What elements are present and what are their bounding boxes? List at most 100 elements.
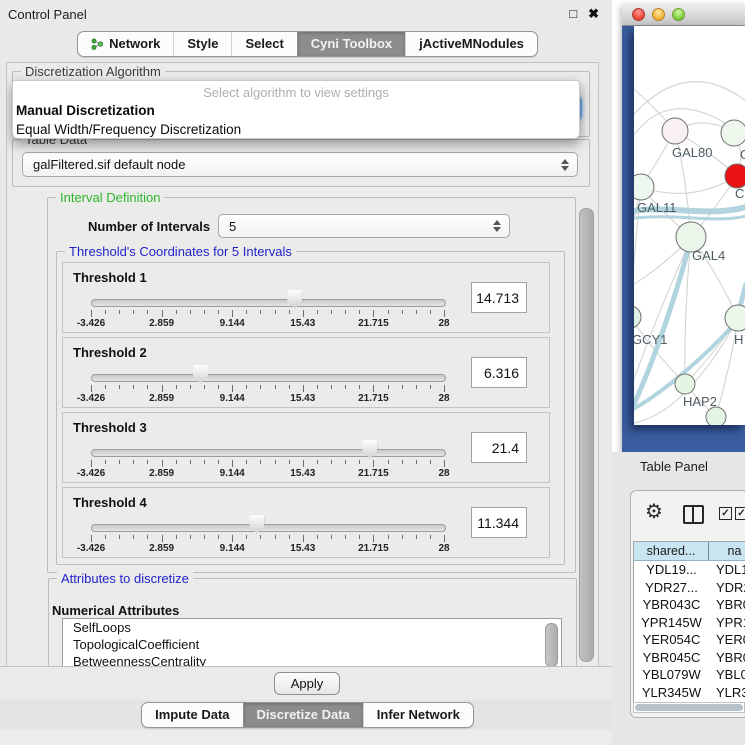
table-row[interactable]: YDR27...YDR2	[634, 579, 745, 597]
tick-mark	[373, 385, 374, 392]
close-icon[interactable]: ✖	[588, 6, 599, 22]
desktop-background: GAL80GACGAL11GAL4GCY1HHAP2 Table Panel ⚙…	[612, 0, 745, 745]
zoom-traffic-light-icon[interactable]	[672, 8, 685, 21]
tick-mark	[246, 310, 247, 314]
tick-label: 9.144	[220, 318, 245, 329]
node-h[interactable]	[725, 305, 745, 331]
tab-infer-network[interactable]: Infer Network	[363, 703, 473, 727]
threshold-label: Threshold 2	[73, 345, 147, 360]
table-row[interactable]: YER054CYER0	[634, 631, 745, 649]
tab-network[interactable]: Network	[78, 32, 173, 56]
slider-track[interactable]	[91, 524, 446, 532]
tick-mark	[232, 385, 233, 392]
tick-mark	[176, 535, 177, 539]
tick-mark	[388, 385, 389, 389]
list-item-selfloops[interactable]: SelfLoops	[63, 619, 561, 636]
table-row[interactable]: YLR345WYLR3	[634, 684, 745, 702]
tick-mark	[105, 460, 106, 464]
tick-mark	[147, 310, 148, 314]
tick-mark	[119, 385, 120, 389]
tick-mark	[289, 385, 290, 389]
node-ga[interactable]	[721, 120, 745, 146]
node-gal11[interactable]	[634, 174, 654, 200]
popup-option-equal-width-frequency[interactable]: Equal Width/Frequency Discretization	[13, 121, 579, 138]
cell-shared-name: YDL19...	[634, 561, 709, 579]
tick-mark	[373, 535, 374, 542]
float-window-icon[interactable]: □	[569, 6, 577, 22]
tab-cyni-toolbox[interactable]: Cyni Toolbox	[297, 32, 405, 56]
table-row[interactable]: YDL19...YDL1	[634, 561, 745, 579]
top-tab-bar: NetworkStyleSelect Cyni Toolbox jActiveMNo…	[0, 29, 615, 61]
tick-mark	[190, 535, 191, 539]
tick-mark	[402, 310, 403, 314]
cell-name: YBR0	[709, 596, 745, 614]
network-window-titlebar[interactable]	[622, 3, 745, 26]
node-hap2[interactable]	[675, 374, 695, 394]
node-unlabeled[interactable]	[706, 407, 726, 425]
attributes-listbox[interactable]: SelfLoopsTopologicalCoefficientBetweenne…	[62, 618, 562, 668]
slider-track[interactable]	[91, 374, 446, 382]
column-header-shared[interactable]: shared...	[634, 542, 709, 560]
table-row[interactable]: YBR045CYBR0	[634, 649, 745, 667]
cell-shared-name: YPR145W	[634, 614, 709, 632]
threshold-panel-4: Threshold 4-3.4262.8599.14415.4321.71528…	[62, 487, 550, 558]
gear-icon[interactable]: ⚙	[645, 499, 663, 524]
tick-mark	[260, 460, 261, 464]
threshold-value-field[interactable]: 21.4	[471, 432, 527, 463]
tick-mark	[133, 310, 134, 314]
threshold-value-field[interactable]: 11.344	[471, 507, 527, 538]
tick-mark	[402, 460, 403, 464]
node-c[interactable]	[725, 164, 745, 188]
close-traffic-light-icon[interactable]	[632, 8, 645, 21]
table-row[interactable]: YBR043CYBR0	[634, 596, 745, 614]
threshold-value-field[interactable]: 14.713	[471, 282, 527, 313]
panel-scrollbar-thumb[interactable]	[579, 208, 594, 662]
slider-track[interactable]	[91, 299, 446, 307]
threshold-panel-3: Threshold 3-3.4262.8599.14415.4321.71528…	[62, 412, 550, 483]
slider-track[interactable]	[91, 449, 446, 457]
apply-button[interactable]: Apply	[274, 672, 340, 695]
tab-impute-data[interactable]: Impute Data	[142, 703, 242, 727]
list-item-topologicalcoefficient[interactable]: TopologicalCoefficient	[63, 636, 561, 653]
tick-mark	[218, 535, 219, 539]
column-header-name[interactable]: na	[709, 542, 745, 560]
checkbox-icon[interactable]: ✓	[735, 507, 745, 520]
attributes-list-items: SelfLoopsTopologicalCoefficientBetweenne…	[63, 619, 561, 668]
node-gal80[interactable]	[662, 118, 688, 144]
cell-name: YBL0	[709, 666, 745, 684]
num-intervals-combobox[interactable]: 5	[218, 214, 510, 238]
tick-mark	[416, 535, 417, 539]
checkbox-icon[interactable]: ✓	[719, 507, 732, 520]
tick-label: -3.426	[77, 543, 105, 554]
network-canvas[interactable]: GAL80GACGAL11GAL4GCY1HHAP2	[634, 26, 745, 425]
table-panel-title: Table Panel	[612, 452, 745, 482]
split-columns-icon[interactable]	[683, 505, 704, 524]
cell-name: YER0	[709, 631, 745, 649]
tick-mark	[289, 535, 290, 539]
popup-option-manual-discretization[interactable]: Manual Discretization	[13, 102, 579, 119]
table-row[interactable]: YBL079WYBL0	[634, 666, 745, 684]
list-scrollbar-thumb[interactable]	[545, 623, 558, 667]
node-label: GAL80	[672, 145, 712, 160]
network-edge	[641, 176, 737, 193]
table-data-combobox[interactable]: galFiltered.sif default node	[22, 152, 578, 177]
top-tab-group: NetworkStyleSelect Cyni Toolbox jActiveMNo…	[77, 31, 538, 57]
threshold-value-field[interactable]: 6.316	[471, 357, 527, 388]
table-row[interactable]: YPR145WYPR1	[634, 614, 745, 632]
minimize-traffic-light-icon[interactable]	[652, 8, 665, 21]
tick-mark	[147, 460, 148, 464]
tick-label: 15.43	[290, 393, 315, 404]
tab-jactivemnodules[interactable]: jActiveMNodules	[405, 32, 537, 56]
tick-mark	[359, 385, 360, 389]
tab-select[interactable]: Select	[231, 32, 296, 56]
network-edge	[634, 317, 685, 384]
table-hscrollbar-thumb[interactable]	[635, 704, 743, 711]
node-gcy1[interactable]	[634, 306, 641, 328]
tab-discretize-data[interactable]: Discretize Data	[243, 703, 363, 727]
tick-mark	[444, 385, 445, 392]
tab-style[interactable]: Style	[173, 32, 231, 56]
tab-label: Cyni Toolbox	[311, 32, 392, 56]
tick-mark	[133, 385, 134, 389]
tick-mark	[204, 310, 205, 314]
table-hscrollbar[interactable]	[633, 702, 745, 713]
